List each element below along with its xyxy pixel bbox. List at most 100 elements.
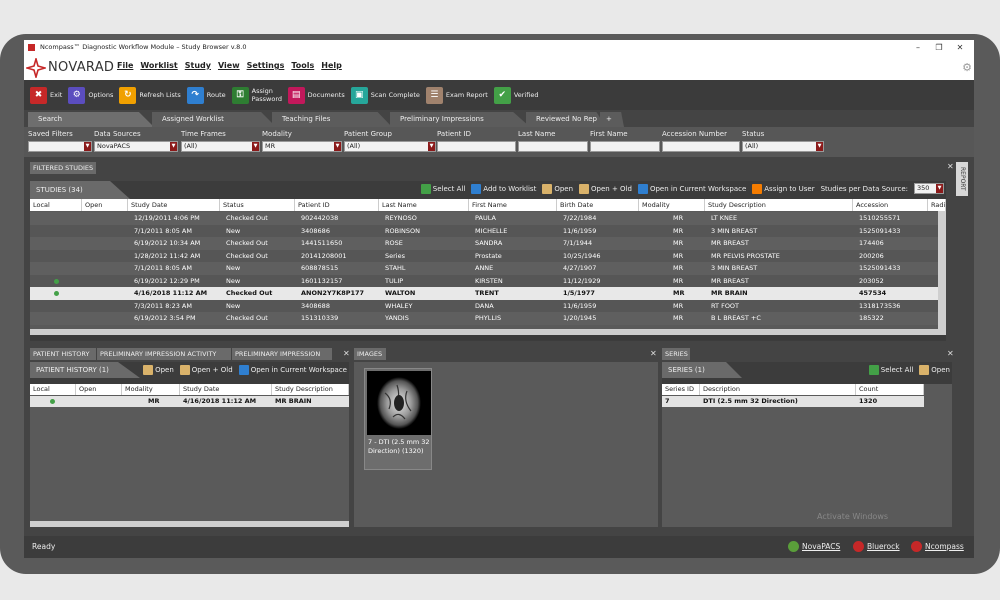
- report-side-tab[interactable]: REPORT: [956, 162, 968, 196]
- col-radiologist[interactable]: Radi: [928, 199, 946, 211]
- ph-open-current-workspace-button[interactable]: Open in Current Workspace: [238, 365, 347, 375]
- close-icon[interactable]: ✕: [947, 349, 954, 358]
- col-open[interactable]: Open: [82, 199, 128, 211]
- time-frames-select[interactable]: (All) ▼: [181, 141, 260, 152]
- menu-view[interactable]: View: [218, 61, 240, 70]
- menu-settings[interactable]: Settings: [247, 61, 285, 70]
- last-name-input[interactable]: [518, 141, 588, 152]
- assign-password-button[interactable]: ⚿ Assign Password: [231, 83, 282, 107]
- col-study-date[interactable]: Study Date: [128, 199, 220, 211]
- patient-id-input[interactable]: [437, 141, 516, 152]
- ph-col-local[interactable]: Local: [30, 384, 76, 395]
- status-select[interactable]: (All) ▼: [742, 141, 824, 152]
- series-select-all-button[interactable]: Select All: [868, 365, 913, 375]
- col-first-name[interactable]: First Name: [469, 199, 557, 211]
- verified-button[interactable]: ✔ Verified: [493, 83, 538, 107]
- close-icon[interactable]: ✕: [950, 40, 970, 55]
- col-modality[interactable]: Modality: [639, 199, 705, 211]
- menu-help[interactable]: Help: [321, 61, 342, 70]
- novapacs-link[interactable]: NovaPACS: [788, 541, 840, 552]
- close-icon[interactable]: ✕: [947, 162, 954, 171]
- menu-worklist[interactable]: Worklist: [140, 61, 177, 70]
- menu-tools[interactable]: Tools: [291, 61, 314, 70]
- open-old-button[interactable]: Open + Old: [579, 183, 632, 194]
- ph-col-study-date[interactable]: Study Date: [180, 384, 272, 395]
- table-row[interactable]: 7/1/2011 8:05 AM New 3408686 ROBINSON MICHEL…: [30, 224, 946, 237]
- ncompass-link[interactable]: Ncompass: [911, 541, 964, 552]
- data-sources-select[interactable]: NovaPACS ▼: [94, 141, 178, 152]
- documents-button[interactable]: ▤ Documents: [287, 83, 345, 107]
- exit-button[interactable]: ✖ Exit: [30, 83, 62, 107]
- tab-preliminary-impression[interactable]: PRELIMINARY IMPRESSION: [232, 348, 332, 360]
- tab-preliminary-impressions[interactable]: Preliminary Impressions: [390, 112, 530, 127]
- menu-study[interactable]: Study: [185, 61, 211, 70]
- ph-open-old-button[interactable]: Open + Old: [179, 365, 233, 375]
- select-all-button[interactable]: Select All: [420, 183, 465, 194]
- series-col-description[interactable]: Description: [700, 384, 856, 395]
- exam-report-button[interactable]: ☰ Exam Report: [425, 83, 488, 107]
- col-study-description[interactable]: Study Description: [705, 199, 853, 211]
- ph-col-study-description[interactable]: Study Description: [272, 384, 349, 395]
- col-status[interactable]: Status: [220, 199, 295, 211]
- horizontal-scrollbar[interactable]: [30, 329, 946, 335]
- table-row[interactable]: 1/28/2012 11:42 AM Checked Out 20141208001…: [30, 249, 946, 262]
- minimize-icon[interactable]: –: [908, 40, 928, 55]
- close-icon[interactable]: ✕: [343, 349, 350, 358]
- cell-last: TULIP: [385, 276, 404, 285]
- first-name-input[interactable]: [590, 141, 660, 152]
- series-open-button[interactable]: Open: [919, 365, 950, 375]
- table-row[interactable]: 12/19/2011 4:06 PM Checked Out 902442038 RE…: [30, 212, 946, 225]
- route-button[interactable]: ↷ Route: [186, 83, 226, 107]
- series-thumbnail[interactable]: 7 - DTI (2.5 mm 32 Direction) (1320): [364, 368, 432, 470]
- tab-add[interactable]: +: [600, 112, 624, 127]
- add-to-worklist-button[interactable]: Add to Worklist: [471, 183, 536, 194]
- open-button[interactable]: Open: [542, 183, 573, 194]
- tab-reviewed-no-rep[interactable]: Reviewed No Rep: [526, 112, 606, 127]
- cell-first: DANA: [475, 301, 494, 310]
- patient-group-select[interactable]: (All) ▼: [344, 141, 436, 152]
- cell-desc: MR BREAST: [711, 239, 749, 247]
- ph-col-open[interactable]: Open: [76, 384, 122, 395]
- accession-input[interactable]: [662, 141, 740, 152]
- col-patient-id[interactable]: Patient ID: [295, 199, 379, 211]
- table-row[interactable]: 6/19/2012 12:29 PM New 1601132157 TULIP KIRS…: [30, 274, 946, 287]
- modality-select[interactable]: MR ▼: [262, 141, 342, 152]
- series-row[interactable]: 7 DTI (2.5 mm 32 Direction) 1320: [662, 396, 924, 407]
- table-row[interactable]: 6/19/2012 10:34 AM Checked Out 1441511650 R…: [30, 237, 946, 250]
- vertical-scrollbar[interactable]: [938, 211, 946, 329]
- patient-history-row[interactable]: MR 4/16/2018 11:12 AM MR BRAIN: [30, 396, 349, 407]
- assign-to-user-button[interactable]: Assign to User: [752, 183, 815, 194]
- bluerock-link[interactable]: Bluerock: [853, 541, 900, 552]
- series-col-id[interactable]: Series ID: [662, 384, 700, 395]
- col-birth-date[interactable]: Birth Date: [557, 199, 639, 211]
- horizontal-scrollbar[interactable]: [30, 521, 349, 527]
- chevron-down-icon: ▼: [816, 142, 823, 151]
- refresh-lists-button[interactable]: ↻ Refresh Lists: [119, 83, 181, 107]
- open-current-workspace-button[interactable]: Open in Current Workspace: [637, 183, 746, 194]
- per-source-select[interactable]: 350 ▼: [914, 183, 944, 194]
- saved-filters-select[interactable]: ▼: [28, 141, 92, 152]
- settings-gear-icon[interactable]: ⚙: [962, 61, 972, 74]
- tab-preliminary-impression-activity[interactable]: PRELIMINARY IMPRESSION ACTIVITY: [97, 348, 231, 360]
- series-col-count[interactable]: Count: [856, 384, 924, 395]
- close-icon[interactable]: ✕: [650, 349, 657, 358]
- col-local[interactable]: Local: [30, 199, 82, 211]
- table-row[interactable]: 7/1/2011 8:05 AM New 608878515 STAHL ANNE 4/2…: [30, 262, 946, 275]
- series-tab[interactable]: SERIES: [662, 348, 690, 360]
- options-button[interactable]: ⚙ Options: [68, 83, 113, 107]
- col-accession[interactable]: Accession: [853, 199, 928, 211]
- tab-search[interactable]: Search: [28, 112, 154, 127]
- menu-file[interactable]: File: [117, 61, 133, 70]
- table-row[interactable]: 6/19/2012 3:54 PM Checked Out 151310339 YAN…: [30, 312, 946, 325]
- tab-assigned-worklist[interactable]: Assigned Worklist: [152, 112, 276, 127]
- ph-col-modality[interactable]: Modality: [122, 384, 180, 395]
- ph-open-button[interactable]: Open: [143, 365, 174, 375]
- scan-complete-button[interactable]: ▣ Scan Complete: [350, 83, 420, 107]
- tab-patient-history[interactable]: PATIENT HISTORY: [30, 348, 96, 360]
- cell-birth: 10/25/1946: [563, 251, 601, 260]
- restore-icon[interactable]: ❐: [929, 40, 949, 55]
- table-row[interactable]: 7/3/2011 8:23 AM New 3408688 WHALEY DANA 11/6…: [30, 299, 946, 312]
- tab-teaching-files[interactable]: Teaching Files: [272, 112, 392, 127]
- col-last-name[interactable]: Last Name: [379, 199, 469, 211]
- table-row[interactable]: 4/16/2018 11:12 AM Checked Out ANON2Y7K8P1…: [30, 287, 946, 300]
